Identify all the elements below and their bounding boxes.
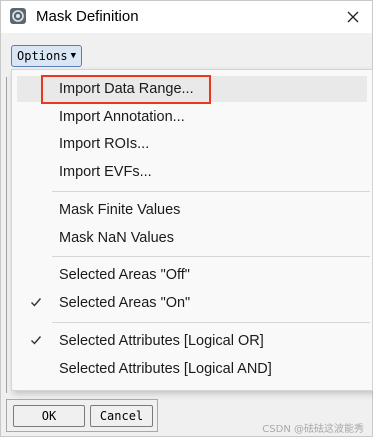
dialog-button-bar: OK Cancel (6, 399, 158, 432)
options-button-label: Options (17, 49, 68, 63)
background-panel-edge (6, 77, 10, 393)
menu-item-label: Mask Finite Values (59, 202, 181, 218)
menu-item-import-data-range[interactable]: Import Data Range... (17, 76, 367, 102)
menu-item-import-evfs[interactable]: Import EVFs... (17, 159, 367, 185)
title-bar[interactable]: Mask Definition (1, 1, 372, 33)
chevron-down-icon: ▼ (70, 51, 76, 61)
menu-item-import-rois[interactable]: Import ROIs... (17, 131, 367, 157)
options-dropdown-menu: Import Data Range... Import Annotation..… (11, 69, 373, 391)
cancel-button[interactable]: Cancel (90, 405, 153, 427)
menu-separator (52, 322, 370, 323)
menu-item-selected-areas-off[interactable]: Selected Areas "Off" (17, 262, 367, 288)
window-title: Mask Definition (36, 8, 139, 25)
menu-separator (52, 191, 370, 192)
menu-item-label: Mask NaN Values (59, 230, 174, 246)
checkmark-icon (29, 295, 43, 309)
menu-item-label: Selected Areas "On" (59, 295, 191, 311)
menu-item-mask-finite-values[interactable]: Mask Finite Values (17, 197, 367, 223)
menu-item-label: Selected Areas "Off" (59, 267, 190, 283)
menu-item-label: Import Data Range... (59, 81, 194, 97)
app-icon (9, 7, 27, 25)
menu-item-label: Selected Attributes [Logical OR] (59, 333, 264, 349)
menu-separator (52, 256, 370, 257)
options-menu-button[interactable]: Options ▼ (11, 45, 82, 67)
menu-item-selected-attributes-or[interactable]: Selected Attributes [Logical OR] (17, 328, 367, 354)
menu-item-import-annotation[interactable]: Import Annotation... (17, 104, 367, 130)
close-icon[interactable] (342, 6, 364, 28)
menu-item-selected-areas-on[interactable]: Selected Areas "On" (17, 290, 367, 316)
ok-button[interactable]: OK (13, 405, 85, 427)
watermark-text: CSDN @砝砝这波能秀 (262, 424, 364, 435)
menu-item-label: Import Annotation... (59, 109, 185, 125)
menu-item-selected-attributes-and[interactable]: Selected Attributes [Logical AND] (17, 356, 367, 382)
mask-definition-window: Mask Definition Options ▼ Import Data Ra… (0, 0, 373, 437)
menu-item-label: Import EVFs... (59, 164, 152, 180)
menu-item-label: Import ROIs... (59, 136, 150, 152)
menu-item-mask-nan-values[interactable]: Mask NaN Values (17, 225, 367, 251)
checkmark-icon (29, 333, 43, 347)
menu-item-label: Selected Attributes [Logical AND] (59, 361, 272, 377)
